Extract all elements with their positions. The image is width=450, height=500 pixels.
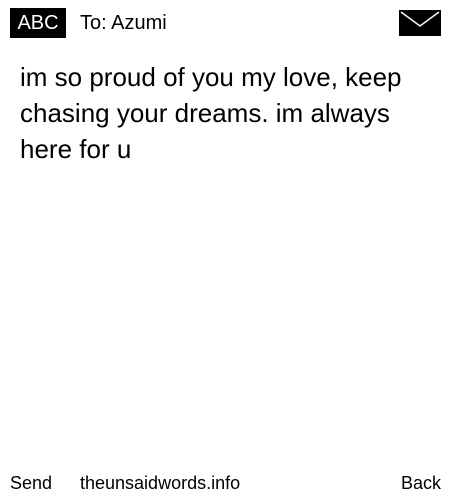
input-mode-badge[interactable]: ABC <box>10 8 66 38</box>
send-button[interactable]: Send <box>10 468 52 498</box>
back-button[interactable]: Back <box>401 468 441 498</box>
site-watermark: theunsaidwords.info <box>80 473 241 493</box>
softkey-bar: Send theunsaidwords.info Back <box>0 468 450 498</box>
message-header: ABC To: Azumi <box>0 0 450 44</box>
recipient-label: To: Azumi <box>80 12 167 34</box>
envelope-icon <box>399 10 441 36</box>
message-text[interactable]: im so proud of you my love, keep chasing… <box>20 59 430 167</box>
